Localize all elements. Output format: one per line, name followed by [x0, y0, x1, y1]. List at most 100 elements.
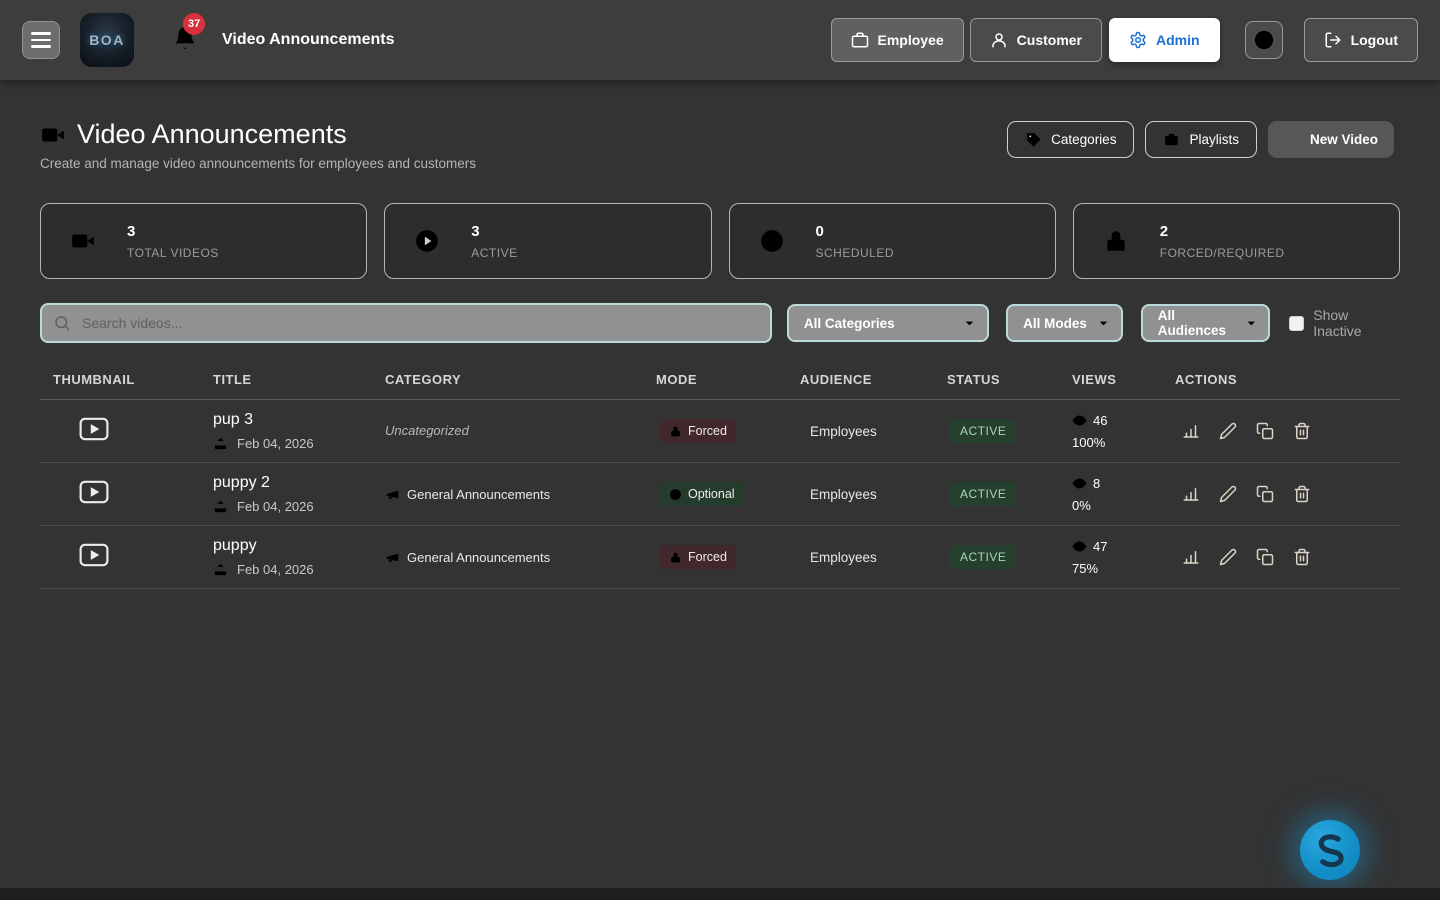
videos-table: THUMBNAIL TITLE CATEGORY MODE AUDIENCE S… — [40, 360, 1400, 589]
assistant-fab-button[interactable] — [1300, 820, 1360, 880]
lock-icon — [1103, 228, 1129, 254]
video-thumbnail-play-icon[interactable] — [79, 543, 109, 567]
search-icon — [53, 314, 71, 332]
view-count: 47 — [1093, 539, 1107, 554]
upload-icon — [213, 562, 228, 577]
eye-icon — [1072, 476, 1087, 491]
view-count: 8 — [1093, 476, 1100, 491]
category-filter-select[interactable]: All Categories — [787, 304, 989, 342]
mode-filter-select[interactable]: All Modes — [1006, 304, 1123, 342]
logout-label: Logout — [1351, 32, 1398, 48]
audience-filter-select[interactable]: All Audiences — [1141, 304, 1271, 342]
stat-value: 0 — [816, 223, 895, 240]
tag-icon — [1025, 131, 1042, 148]
play-circle-icon — [414, 228, 440, 254]
stat-card-active: 3 ACTIVE — [384, 203, 711, 279]
duplicate-button[interactable] — [1256, 548, 1274, 566]
search-input[interactable] — [40, 303, 772, 343]
lock-icon — [669, 551, 682, 564]
video-audience: Employees — [800, 550, 947, 565]
new-video-label: New Video — [1310, 132, 1378, 147]
view-count: 46 — [1093, 413, 1107, 428]
col-header-views: VIEWS — [1072, 372, 1175, 387]
duplicate-button[interactable] — [1256, 422, 1274, 440]
mode-badge-optional: Optional — [660, 482, 744, 506]
edit-button[interactable] — [1219, 422, 1237, 440]
stat-label: SCHEDULED — [816, 246, 895, 260]
stats-row: 3 TOTAL VIDEOS 3 ACTIVE 0 SCHEDULED 2 FO… — [40, 203, 1400, 279]
help-icon — [1253, 29, 1275, 51]
stat-value: 2 — [1160, 223, 1285, 240]
briefcase-icon — [851, 31, 869, 49]
stat-label: FORCED/REQUIRED — [1160, 246, 1285, 260]
col-header-status: STATUS — [947, 372, 1072, 387]
delete-button[interactable] — [1293, 485, 1311, 503]
plus-icon — [1284, 131, 1301, 148]
delete-button[interactable] — [1293, 422, 1311, 440]
completion-percent: 0% — [1072, 498, 1175, 513]
audience-filter-value: All Audiences — [1158, 308, 1244, 338]
stat-card-total-videos: 3 TOTAL VIDEOS — [40, 203, 367, 279]
table-header-row: THUMBNAIL TITLE CATEGORY MODE AUDIENCE S… — [40, 360, 1400, 400]
mode-label: Forced — [688, 550, 727, 564]
video-audience: Employees — [800, 424, 947, 439]
category-label: General Announcements — [407, 550, 550, 565]
video-thumbnail-play-icon[interactable] — [79, 480, 109, 504]
delete-button[interactable] — [1293, 548, 1311, 566]
admin-view-button[interactable]: Admin — [1109, 18, 1220, 62]
table-row: puppy Feb 04, 2026 General Announcements… — [40, 526, 1400, 589]
analytics-button[interactable] — [1182, 422, 1200, 440]
employee-view-button[interactable]: Employee — [831, 18, 964, 62]
header-actions: Categories Playlists New Video — [1007, 121, 1394, 158]
video-title: pup 3 — [213, 411, 385, 429]
page-title: Video Announcements — [77, 119, 347, 150]
chevron-down-icon — [962, 316, 977, 331]
menu-button[interactable] — [22, 21, 60, 59]
video-category: General Announcements — [385, 487, 656, 502]
megaphone-icon — [385, 487, 400, 502]
col-header-thumbnail: THUMBNAIL — [40, 372, 213, 387]
logout-button[interactable]: Logout — [1304, 18, 1418, 62]
video-date: Feb 04, 2026 — [237, 499, 314, 514]
col-header-title: TITLE — [213, 372, 385, 387]
logout-icon — [1324, 31, 1342, 49]
col-header-actions: ACTIONS — [1175, 372, 1400, 387]
mode-badge-forced: Forced — [660, 545, 736, 569]
status-badge: ACTIVE — [950, 545, 1016, 569]
stat-card-scheduled: 0 SCHEDULED — [729, 203, 1056, 279]
notifications-button[interactable]: 37 — [172, 25, 198, 56]
analytics-button[interactable] — [1182, 548, 1200, 566]
category-filter-value: All Categories — [804, 316, 895, 331]
stat-value: 3 — [127, 223, 219, 240]
video-thumbnail-play-icon[interactable] — [79, 417, 109, 441]
page-header: Video Announcements — [40, 119, 347, 150]
lock-icon — [669, 425, 682, 438]
megaphone-icon — [385, 550, 400, 565]
clock-icon — [759, 228, 785, 254]
admin-label: Admin — [1156, 32, 1200, 48]
show-inactive-checkbox[interactable] — [1289, 316, 1304, 331]
customer-view-button[interactable]: Customer — [970, 18, 1102, 62]
logo-text: BOA — [89, 32, 125, 48]
playlists-button[interactable]: Playlists — [1145, 121, 1257, 158]
video-camera-icon — [70, 228, 96, 254]
edit-button[interactable] — [1219, 548, 1237, 566]
chevron-down-icon — [1096, 316, 1111, 331]
help-button[interactable] — [1245, 21, 1283, 59]
upload-icon — [213, 436, 228, 451]
video-camera-icon — [40, 122, 66, 148]
analytics-button[interactable] — [1182, 485, 1200, 503]
top-navbar: BOA 37 Video Announcements Employee Cust… — [0, 0, 1440, 80]
new-video-button[interactable]: New Video — [1268, 121, 1394, 158]
categories-button[interactable]: Categories — [1007, 121, 1134, 158]
edit-button[interactable] — [1219, 485, 1237, 503]
table-row: puppy 2 Feb 04, 2026 General Announcemen… — [40, 463, 1400, 526]
customer-label: Customer — [1017, 32, 1082, 48]
eye-icon — [1072, 413, 1087, 428]
playlists-label: Playlists — [1189, 132, 1239, 147]
user-icon — [990, 31, 1008, 49]
video-category: General Announcements — [385, 550, 656, 565]
stat-card-forced-required: 2 FORCED/REQUIRED — [1073, 203, 1400, 279]
duplicate-button[interactable] — [1256, 485, 1274, 503]
filter-bar: All Categories All Modes All Audiences S… — [40, 303, 1400, 343]
